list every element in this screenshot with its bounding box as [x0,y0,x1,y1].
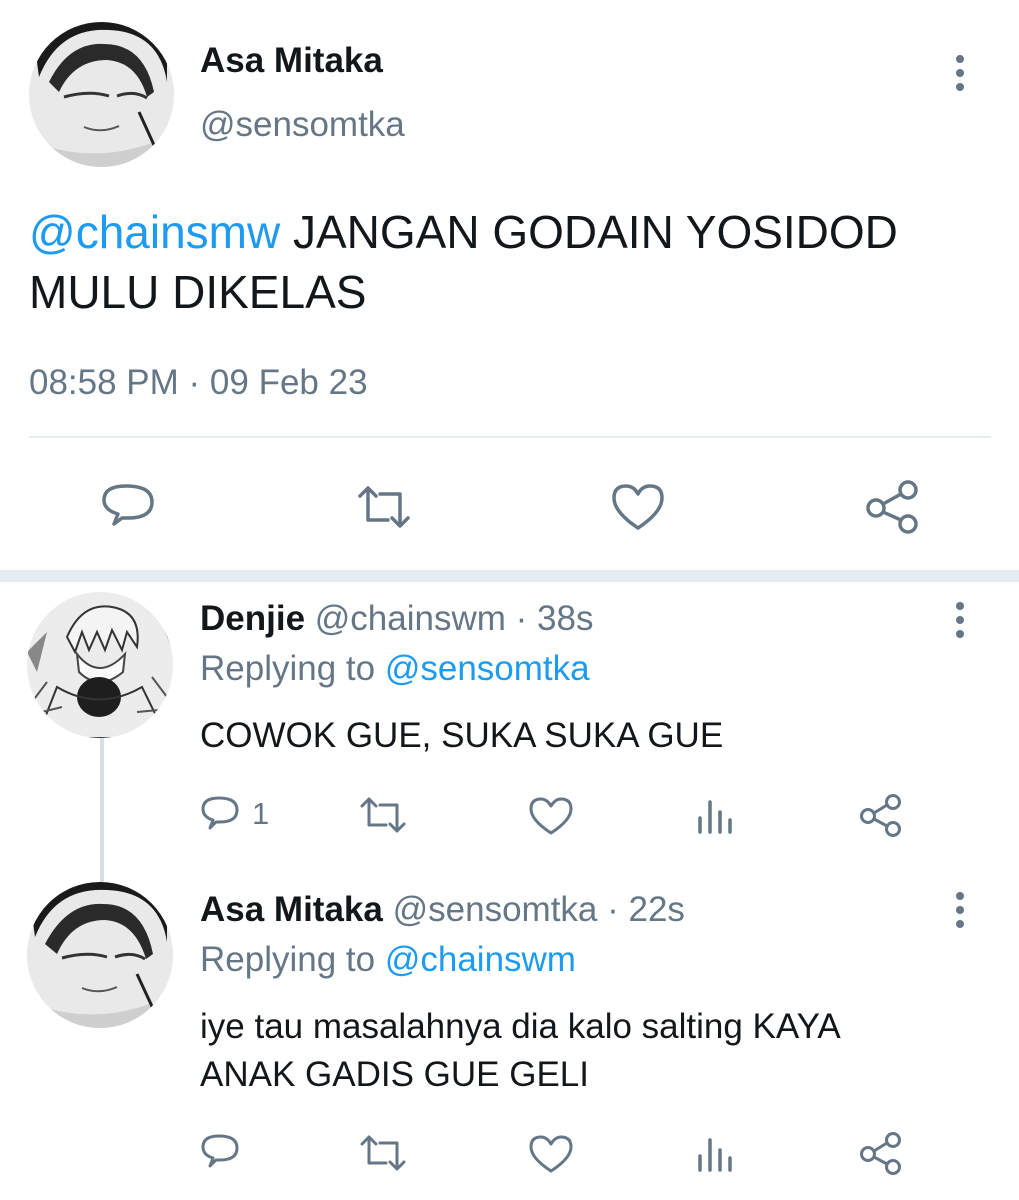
tweet-text-line1: JANGAN GODAIN YOSIDOD [280,206,898,258]
author-name[interactable]: Asa Mitaka [200,890,383,929]
like-icon[interactable] [528,796,574,836]
dot-icon [956,920,964,928]
retweet-icon[interactable] [354,482,414,532]
author-name[interactable]: Denjie [200,599,305,638]
share-icon[interactable] [858,1131,904,1175]
tweet-text: @chainsmw JANGAN GODAIN YOSIDOD MULU DIK… [29,202,898,322]
reply-count: 1 [252,796,270,831]
replying-to-label: Replying to [200,940,385,979]
thread-connector-line [100,735,104,885]
reply-text-line1: COWOK GUE, SUKA SUKA GUE [200,716,724,755]
analytics-icon[interactable] [696,798,736,834]
replying-to: Replying to @sensomtka [200,648,590,690]
replying-to-label: Replying to [200,649,385,688]
author-handle[interactable]: @sensomtka [393,890,598,929]
replying-to-link[interactable]: @chainswm [385,940,576,979]
mention-link[interactable]: @chainsmw [29,206,280,258]
dot-icon [956,906,964,914]
retweet-icon[interactable] [358,795,408,835]
author-handle[interactable]: @sensomtka [200,104,405,146]
replying-to: Replying to @chainswm [200,939,576,981]
dot-icon [956,616,964,624]
more-options-button[interactable] [950,892,970,928]
reply-text-line2: ANAK GADIS GUE GELI [200,1055,589,1094]
author-name[interactable]: Asa Mitaka [200,40,383,82]
author-handle[interactable]: @chainswm [315,599,506,638]
reply-icon[interactable] [200,1132,240,1172]
reply-header: Asa Mitaka @sensomtka · 22s [200,889,685,931]
tweet-timestamp: 08:58 PM · 09 Feb 23 [29,363,368,402]
dot-icon [956,602,964,610]
reply-text: iye tau masalahnya dia kalo salting KAYA… [200,1003,841,1099]
reply-text-line1: iye tau masalahnya dia kalo salting KAYA [200,1007,841,1046]
replying-to-link[interactable]: @sensomtka [385,649,590,688]
analytics-icon[interactable] [696,1136,736,1172]
reply-text: COWOK GUE, SUKA SUKA GUE [200,712,723,760]
like-icon[interactable] [610,482,666,532]
dot-icon [956,83,964,91]
share-icon[interactable] [864,478,922,534]
more-options-button[interactable] [950,602,970,638]
avatar[interactable] [27,592,173,738]
share-icon[interactable] [858,793,904,837]
dot-icon [956,630,964,638]
retweet-icon[interactable] [358,1133,408,1173]
dot-icon [956,892,964,900]
more-options-button[interactable] [950,55,970,91]
tweet-age: · 38s [505,599,594,638]
tweet-age: · 22s [597,890,685,929]
avatar[interactable] [29,22,174,167]
reply-icon[interactable] [200,794,240,834]
divider [29,436,991,438]
tweet-text-line2: MULU DIKELAS [29,266,367,318]
dot-icon [956,55,964,63]
reply-icon[interactable] [100,480,156,532]
section-separator [0,570,1019,582]
like-icon[interactable] [528,1134,574,1174]
avatar[interactable] [27,882,173,1028]
reply-header: Denjie @chainswm · 38s [200,598,593,640]
dot-icon [956,69,964,77]
